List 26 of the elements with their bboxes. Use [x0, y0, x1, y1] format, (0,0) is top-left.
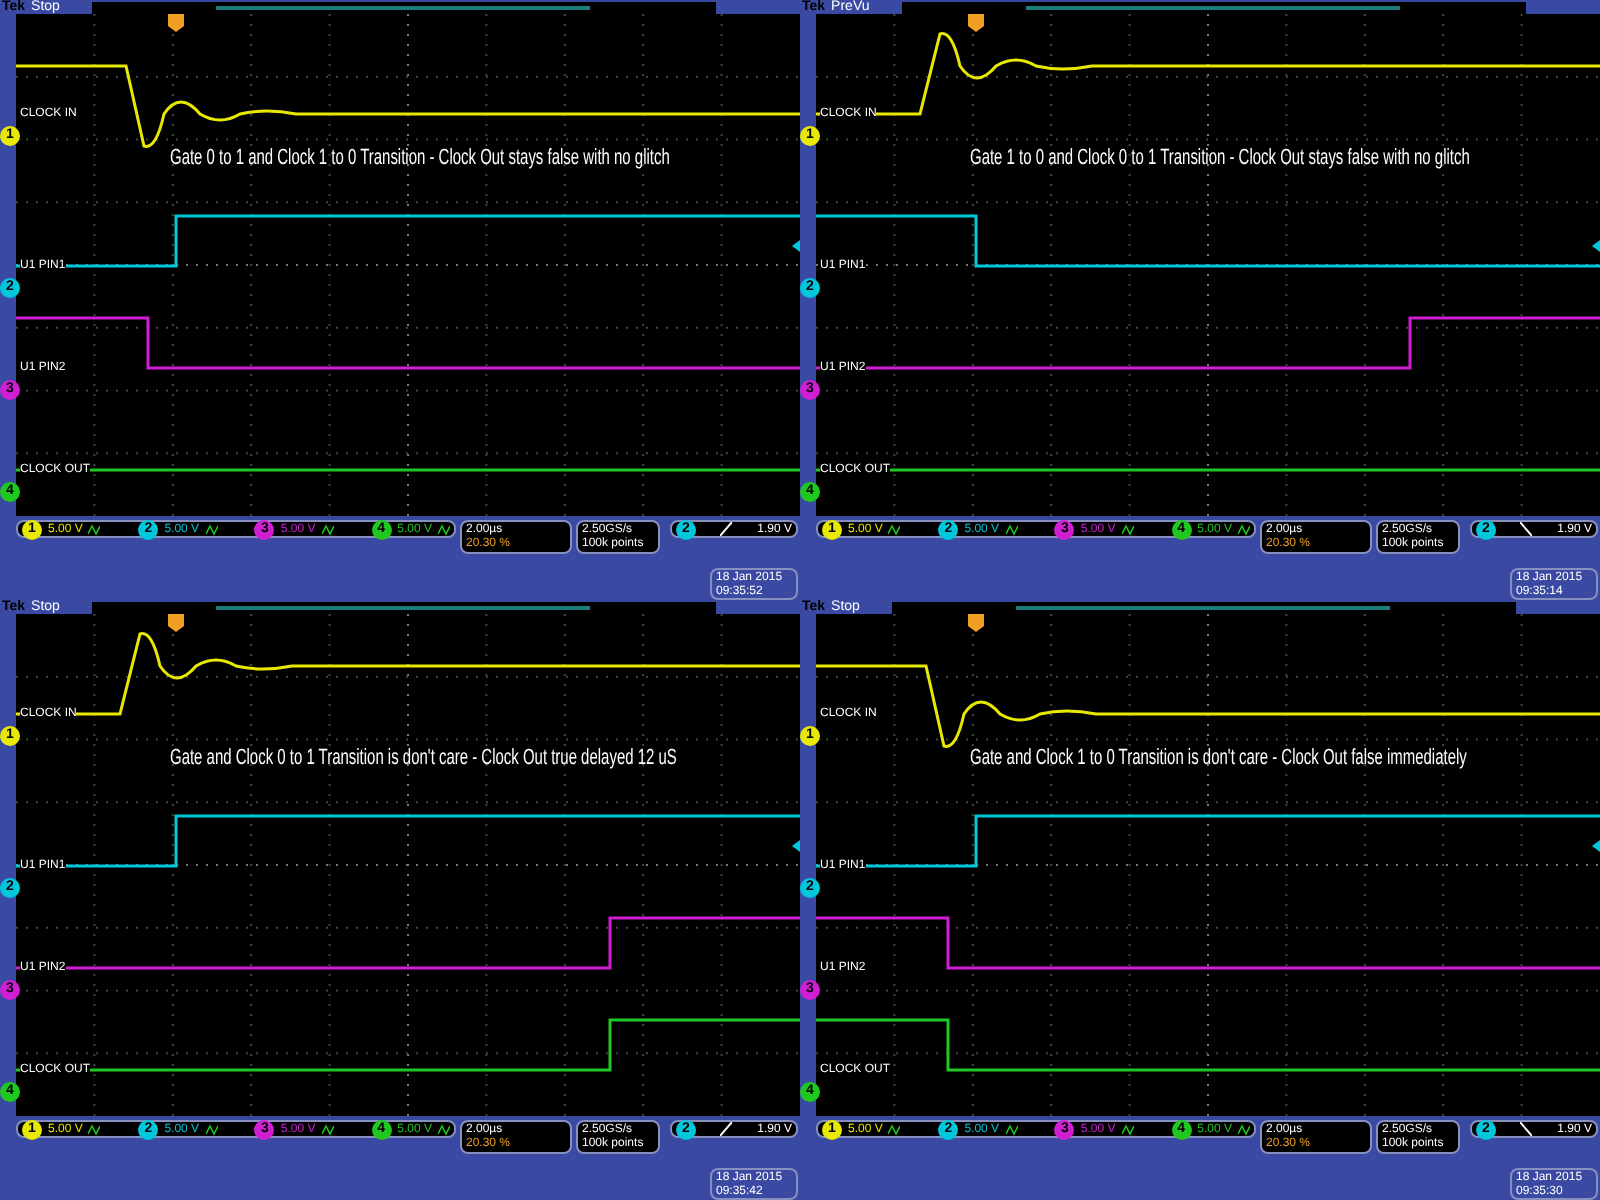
- bandwidth-icon: [321, 1123, 334, 1135]
- annotation-text: Gate 0 to 1 and Clock 1 to 0 Transition - Clock Out stays false with no glitch: [170, 144, 670, 174]
- trigger-level-icon: [1592, 240, 1600, 252]
- bandwidth-icon: [1237, 523, 1250, 535]
- annotation-text: Gate 1 to 0 and Clock 0 to 1 Transition - Clock Out stays false with no glitch: [970, 144, 1470, 174]
- trigger-position-icon: [968, 14, 984, 32]
- bandwidth-icon: [1121, 523, 1134, 535]
- bandwidth-icon: [88, 1123, 101, 1135]
- bandwidth-icon: [88, 523, 101, 535]
- bandwidth-icon: [888, 523, 901, 535]
- trigger-position-icon: [968, 614, 984, 632]
- trigger-level-icon: [1592, 840, 1600, 852]
- bandwidth-icon: [437, 1123, 450, 1135]
- bandwidth-icon: [1005, 1123, 1018, 1135]
- bandwidth-icon: [205, 523, 218, 535]
- annotation-text: Gate and Clock 0 to 1 Transition is don't care - Clock Out true delayed 12 uS: [170, 744, 677, 774]
- bandwidth-icon: [888, 1123, 901, 1135]
- trigger-position-icon: [168, 14, 184, 32]
- trigger-position-icon: [168, 614, 184, 632]
- annotation-text: Gate and Clock 1 to 0 Transition is don't care - Clock Out false immediately: [970, 744, 1467, 774]
- bandwidth-icon: [1237, 1123, 1250, 1135]
- bandwidth-icon: [1005, 523, 1018, 535]
- bandwidth-icon: [321, 523, 334, 535]
- bandwidth-icon: [1121, 1123, 1134, 1135]
- bandwidth-icon: [205, 1123, 218, 1135]
- bandwidth-icon: [437, 523, 450, 535]
